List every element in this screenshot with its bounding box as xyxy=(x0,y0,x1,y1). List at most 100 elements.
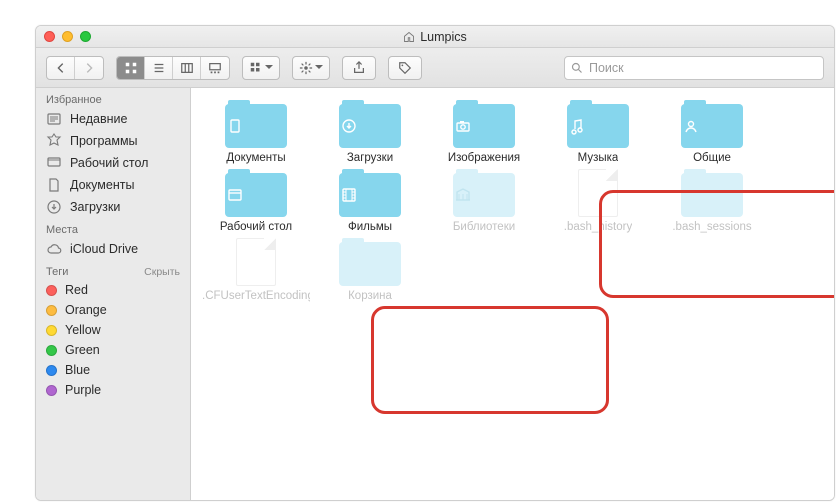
file-label: Изображения xyxy=(448,152,520,165)
file-item[interactable]: .bash_history xyxy=(543,169,653,234)
folder-glyph-icon xyxy=(453,116,515,136)
file-item[interactable]: .CFUserTextEncoding xyxy=(201,238,311,303)
nav-buttons xyxy=(46,56,104,80)
sidebar-item-label: Документы xyxy=(70,178,134,192)
sidebar-item-desktop[interactable]: Рабочий стол xyxy=(36,152,190,174)
folder-glyph-icon xyxy=(339,185,401,205)
tag-dot-icon xyxy=(46,325,57,336)
view-gallery-button[interactable] xyxy=(201,57,229,79)
sidebar-item-label: Green xyxy=(65,343,100,357)
sidebar-item-label: Red xyxy=(65,283,88,297)
file-label: .bash_history xyxy=(564,221,632,234)
file-item[interactable]: Общие xyxy=(657,100,767,165)
file-item[interactable]: Библиотеки xyxy=(429,169,539,234)
sidebar-item-label: Недавние xyxy=(70,112,127,126)
sidebar-tag-orange[interactable]: Orange xyxy=(36,300,190,320)
share-icon xyxy=(352,61,366,75)
sidebar-item-label: iCloud Drive xyxy=(70,242,138,256)
home-icon xyxy=(403,31,415,43)
file-label: Общие xyxy=(693,152,731,165)
sidebar-tag-blue[interactable]: Blue xyxy=(36,360,190,380)
sidebar-item-documents[interactable]: Документы xyxy=(36,174,190,196)
file-label: Документы xyxy=(226,152,285,165)
folder-glyph-icon xyxy=(339,116,401,136)
cloud-icon xyxy=(46,241,62,257)
annotation-highlight-2 xyxy=(371,306,609,414)
folder-glyph-icon xyxy=(681,116,743,136)
file-item[interactable]: Музыка xyxy=(543,100,653,165)
share-button[interactable] xyxy=(342,56,376,80)
tag-dot-icon xyxy=(46,345,57,356)
view-list-button[interactable] xyxy=(145,57,173,79)
arrange-button[interactable] xyxy=(242,56,280,80)
downloads-icon xyxy=(46,199,62,215)
applications-icon xyxy=(46,133,62,149)
file-item[interactable]: .bash_sessions xyxy=(657,169,767,234)
recent-icon xyxy=(46,111,62,127)
view-columns-button[interactable] xyxy=(173,57,201,79)
view-mode-group xyxy=(116,56,230,80)
file-item[interactable]: Фильмы xyxy=(315,169,425,234)
sidebar-item-applications[interactable]: Программы xyxy=(36,130,190,152)
file-item[interactable]: Документы xyxy=(201,100,311,165)
action-menu-button[interactable] xyxy=(292,56,330,80)
documents-icon xyxy=(46,177,62,193)
tag-icon xyxy=(398,61,412,75)
window-title: Lumpics xyxy=(420,30,467,44)
file-label: Библиотеки xyxy=(453,221,515,234)
file-label: Корзина xyxy=(348,290,392,303)
sidebar-tag-red[interactable]: Red xyxy=(36,280,190,300)
sidebar-item-icloud[interactable]: iCloud Drive xyxy=(36,238,190,260)
tag-dot-icon xyxy=(46,305,57,316)
icon-grid: Документы Загрузки Изображения Музыка Общие Р… xyxy=(201,100,824,304)
gear-icon xyxy=(299,61,313,75)
file-item[interactable]: Изображения xyxy=(429,100,539,165)
file-label: Фильмы xyxy=(348,221,392,234)
file-label: .bash_sessions xyxy=(672,221,751,234)
forward-button[interactable] xyxy=(75,57,103,79)
sidebar-heading-places: Места xyxy=(36,218,190,238)
sidebar-item-label: Orange xyxy=(65,303,107,317)
file-icon xyxy=(236,238,276,286)
chevron-down-icon xyxy=(315,65,323,70)
back-button[interactable] xyxy=(47,57,75,79)
sidebar-heading-favorites: Избранное xyxy=(36,88,190,108)
tags-button[interactable] xyxy=(388,56,422,80)
file-item[interactable]: Корзина xyxy=(315,238,425,303)
folder-glyph-icon xyxy=(453,185,515,205)
tag-dot-icon xyxy=(46,365,57,376)
fullscreen-button[interactable] xyxy=(80,31,91,42)
sidebar-heading-tags: ТегиСкрыть xyxy=(36,260,190,280)
file-label: .CFUserTextEncoding xyxy=(202,290,310,303)
sidebar-item-label: Purple xyxy=(65,383,101,397)
sidebar-item-label: Рабочий стол xyxy=(70,156,148,170)
sidebar-item-label: Загрузки xyxy=(70,200,120,214)
sidebar-tag-purple[interactable]: Purple xyxy=(36,380,190,400)
folder-glyph-icon xyxy=(567,116,629,136)
file-item[interactable]: Рабочий стол xyxy=(201,169,311,234)
folder-glyph-icon xyxy=(225,185,287,205)
traffic-lights xyxy=(44,31,91,42)
file-label: Загрузки xyxy=(347,152,393,165)
file-icon xyxy=(578,169,618,217)
file-label: Музыка xyxy=(578,152,619,165)
search-placeholder: Поиск xyxy=(589,61,624,75)
sidebar-item-label: Yellow xyxy=(65,323,101,337)
file-item[interactable]: Загрузки xyxy=(315,100,425,165)
sidebar-tag-yellow[interactable]: Yellow xyxy=(36,320,190,340)
close-button[interactable] xyxy=(44,31,55,42)
view-icons-button[interactable] xyxy=(117,57,145,79)
sidebar-item-downloads[interactable]: Загрузки xyxy=(36,196,190,218)
content-area[interactable]: Документы Загрузки Изображения Музыка Общие Р… xyxy=(191,88,834,500)
sidebar-hide-button[interactable]: Скрыть xyxy=(144,266,180,278)
folder-glyph-icon xyxy=(225,116,287,136)
toolbar: Поиск xyxy=(36,48,834,88)
search-icon xyxy=(571,62,583,74)
sidebar-item-recent[interactable]: Недавние xyxy=(36,108,190,130)
minimize-button[interactable] xyxy=(62,31,73,42)
search-field[interactable]: Поиск xyxy=(564,56,824,80)
sidebar-item-label: Blue xyxy=(65,363,90,377)
sidebar-tag-green[interactable]: Green xyxy=(36,340,190,360)
desktop-icon xyxy=(46,155,62,171)
sidebar-item-label: Программы xyxy=(70,134,138,148)
